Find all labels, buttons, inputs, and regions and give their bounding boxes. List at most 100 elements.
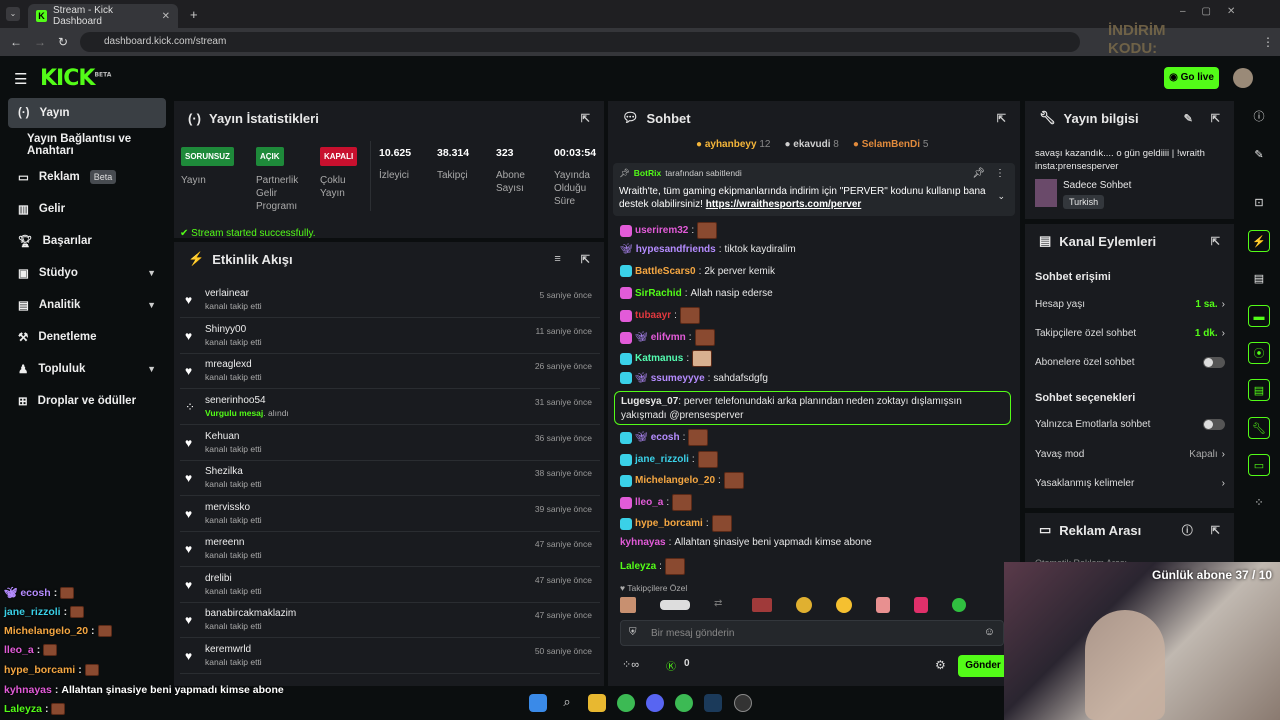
sidebar-item-basarilar[interactable]: 🏆︎ Başarılar (8, 226, 166, 256)
forward-icon[interactable]: → (34, 35, 46, 49)
chat-user[interactable]: SirRachid (635, 288, 682, 299)
go-live-button[interactable]: ◉ Go live (1164, 67, 1219, 89)
reload-icon[interactable]: ↻ (58, 35, 68, 49)
sidebar-item-topluluk[interactable]: ♟ Topluluk ▼ (8, 354, 166, 384)
chat-user[interactable]: hypesandfriends (636, 244, 716, 255)
chrome-icon[interactable] (675, 694, 693, 712)
steam-icon[interactable] (704, 694, 722, 712)
list-item[interactable]: ♥ banabircakmaklazim kanalı takip etti 47 s… (180, 602, 600, 638)
banned-words-row[interactable]: Yasaklanmış kelimeler › (1035, 478, 1225, 489)
popout-icon[interactable]: ⇱ (1211, 235, 1220, 248)
tab-search-icon[interactable]: ⌄ (6, 7, 20, 21)
chat-message[interactable]: Laleyza: (620, 558, 685, 575)
list-item[interactable]: ♥ Shinyy00 kanalı takip etti 11 saniye önce (180, 318, 600, 354)
menu-icon[interactable]: ☰ (14, 70, 27, 88)
url-bar[interactable]: dashboard.kick.com/stream (80, 32, 1080, 52)
notes-icon[interactable]: ▤ (1248, 268, 1270, 290)
sidebar-item-denetleme[interactable]: ⚒ Denetleme (8, 322, 166, 352)
list-item[interactable]: ♥ mervissko kanalı takip etti 39 saniye önc… (180, 496, 600, 532)
chat-message[interactable]: BattleScars0: 2k perver kemik (620, 265, 775, 277)
emote-icon[interactable] (836, 597, 852, 613)
chat-message[interactable]: kyhnayas: Allahtan şinasiye beni yapmadı… (620, 537, 872, 548)
pinned-message[interactable]: 📌︎ BotRix tarafından sabitlendi 📌︎ ⋮ Wrait… (613, 163, 1015, 216)
account-age-row[interactable]: Hesap yaşı 1 sa. › (1035, 299, 1225, 310)
more-options-icon[interactable]: ⋮ (995, 168, 1005, 179)
back-icon[interactable]: ← (10, 35, 22, 49)
list-item[interactable]: ♥ Kehuan kanalı takip etti 36 saniye önce (180, 425, 600, 461)
chat-message[interactable]: jane_rizzoli: (620, 451, 718, 468)
info-icon[interactable]: ⓘ (1248, 106, 1270, 128)
list-item[interactable]: ♥ keremwrld kanalı takip etti 50 saniye önc… (180, 638, 600, 674)
emote-icon[interactable] (914, 597, 928, 613)
chat-message[interactable]: SirRachid: Allah nasip ederse (620, 287, 773, 299)
list-item[interactable]: ♥ drelibi kanalı takip etti 47 saniye önce (180, 567, 600, 603)
gifter-3[interactable]: ● SelamBenDi 5 (853, 139, 929, 150)
chevron-down-icon[interactable]: ⌄ (997, 191, 1005, 202)
chat-message[interactable]: 🦋︎ ecosh: (620, 429, 709, 446)
pinned-link[interactable]: https://wraithesports.com/perver (706, 199, 862, 210)
chat-bubble-icon[interactable]: ▬ (1248, 305, 1270, 327)
emote-icon[interactable]: ⇄ (714, 598, 728, 612)
emote-icon[interactable] (952, 598, 966, 612)
chat-user[interactable]: ecosh (651, 432, 680, 443)
emote-icon[interactable] (660, 600, 690, 610)
popout-icon[interactable]: ⇱ (581, 253, 590, 266)
windows-start-icon[interactable] (529, 694, 547, 712)
sidebar-item-studyo[interactable]: ▣ Stüdyo ▼ (8, 258, 166, 288)
new-tab-icon[interactable]: + (190, 7, 198, 22)
send-button[interactable]: Gönder (958, 655, 1008, 677)
gifter-1[interactable]: ● ayhanbeyy 12 (696, 139, 770, 150)
emoji-icon[interactable]: ☺ (984, 626, 995, 638)
chat-user[interactable]: elifvmn (651, 332, 686, 343)
bolt-icon[interactable]: ⚡ (1248, 230, 1270, 252)
chat-user[interactable]: Michelangelo_20 (635, 475, 715, 486)
popout-icon[interactable]: ⇱ (997, 112, 1006, 125)
broadcast-icon[interactable]: ⦿ (1248, 342, 1270, 364)
sidebar-item-yayin[interactable]: (·) Yayın (8, 98, 166, 128)
info-icon[interactable]: ⓘ (1182, 522, 1193, 538)
subs-only-toggle[interactable] (1203, 357, 1225, 368)
close-tab-icon[interactable]: ✕ (162, 11, 170, 22)
gear-icon[interactable]: ⚙ (935, 658, 946, 672)
focus-icon[interactable]: ⊡ (1248, 192, 1270, 214)
slow-mode-row[interactable]: Yavaş mod Kapalı › (1035, 449, 1225, 460)
emote-icon[interactable] (876, 597, 890, 613)
chat-user[interactable]: Laleyza (620, 561, 656, 572)
popout-icon[interactable]: ⇱ (1211, 112, 1220, 125)
chat-input[interactable]: ⛨ Bir mesaj gönderin ☺ (620, 620, 1004, 646)
community-icon[interactable]: ⁘ (1248, 492, 1270, 514)
chat-message[interactable]: userirem32: (620, 222, 718, 239)
wrench-icon[interactable]: 🔧︎ (1248, 417, 1270, 439)
list-item[interactable]: ♥ Shezilka kanalı takip etti 38 saniye önce (180, 460, 600, 496)
unpin-icon[interactable]: 📌︎ (972, 168, 985, 179)
chat-message[interactable]: hype_borcami: (620, 515, 732, 532)
chat-user[interactable]: hype_borcami (635, 518, 703, 529)
chat-user[interactable]: Katmanus (635, 353, 683, 364)
chat-message[interactable]: Katmanus: (620, 350, 713, 367)
list-item[interactable]: ⁘ senerinhoo54 Vurgulu mesaj. alındı 31 san… (180, 389, 600, 425)
chat-message[interactable]: 🦋︎ hypesandfriends: tiktok kaydiralim (620, 244, 796, 255)
chat-user[interactable]: tubaayr (635, 310, 671, 321)
discord-icon[interactable] (646, 694, 664, 712)
edit-icon[interactable]: ✎ (1184, 112, 1193, 125)
sidebar-item-stream-key[interactable]: Yayın Bağlantısı ve Anahtarı (8, 130, 166, 160)
emote-only-toggle[interactable] (1203, 419, 1225, 430)
window-controls[interactable]: –▢✕ (1180, 6, 1251, 17)
edit-icon[interactable]: ✎ (1248, 144, 1270, 166)
channel-icon[interactable]: ▤ (1248, 379, 1270, 401)
category-name[interactable]: Sadece Sohbet (1063, 180, 1131, 191)
chat-user[interactable]: kyhnayas (620, 537, 666, 548)
chat-user[interactable]: BattleScars0 (635, 266, 696, 277)
emote-icon[interactable] (796, 597, 812, 613)
obs-icon[interactable] (734, 694, 752, 712)
popout-icon[interactable]: ⇱ (1211, 524, 1220, 537)
kick-logo[interactable]: KICKBETA (40, 66, 111, 91)
sidebar-item-reklam[interactable]: ▭ Reklam Beta (8, 162, 166, 192)
chat-user[interactable]: ssumeyyye (651, 373, 705, 384)
emote-icon[interactable] (752, 598, 772, 612)
followers-only-row[interactable]: Takipçilere özel sohbet 1 dk. › (1035, 328, 1225, 339)
sidebar-item-droplar[interactable]: ⊞ Droplar ve ödüller (8, 386, 166, 416)
popout-icon[interactable]: ⇱ (581, 112, 590, 125)
chat-user[interactable]: jane_rizzoli (635, 454, 689, 465)
ad-icon[interactable]: ▭ (1248, 454, 1270, 476)
